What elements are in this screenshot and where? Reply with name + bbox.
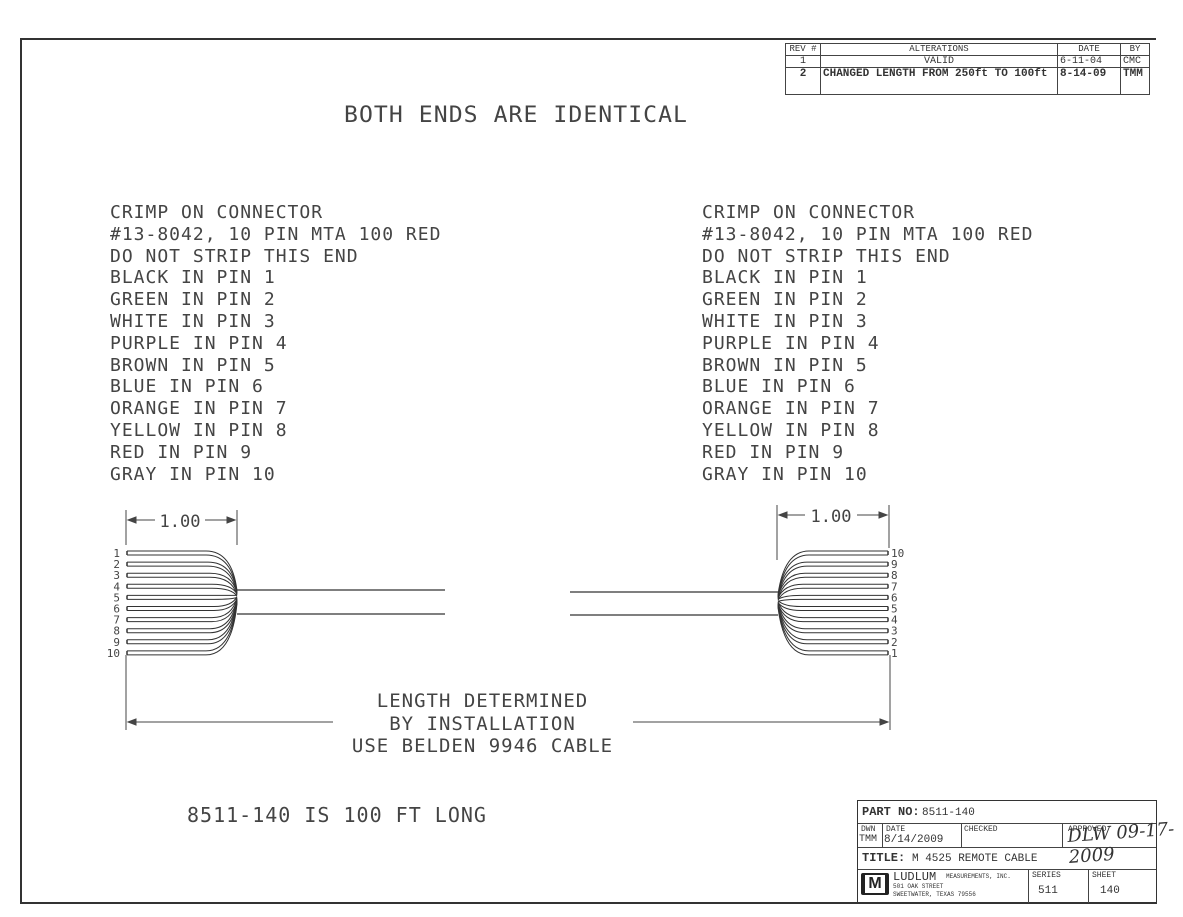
drawn-by: TMM [859, 834, 878, 845]
sheet-number: 140 [1100, 885, 1120, 897]
wire [127, 596, 238, 607]
right-dimension-value: 1.00 [811, 507, 852, 527]
right-cable-end: 10987654321 [570, 547, 904, 660]
wire [777, 587, 888, 601]
drawing-title: M 4525 REMOTE CABLE [912, 853, 1038, 865]
part-number-row: PART NO: 8511-140 [858, 801, 1156, 824]
wire [777, 594, 888, 600]
wire [127, 602, 238, 645]
arrow-icon [879, 718, 890, 726]
arrow-icon [126, 516, 137, 524]
address-line: SWEETWATER, TEXAS 79556 [893, 891, 976, 898]
approval-signature: DLW 09-17-2009 [1066, 818, 1175, 868]
pin-label: 1 [891, 647, 898, 660]
wire [127, 572, 238, 594]
wire [127, 597, 238, 619]
arrow-icon [878, 511, 889, 519]
drawn-label: DWN [861, 825, 876, 834]
cable-drawing: 12345678910 10987654321 1.00 1.00 [107, 505, 904, 730]
wire [777, 600, 888, 607]
wire [777, 583, 888, 599]
wire [777, 565, 888, 598]
series-number: 511 [1038, 885, 1058, 897]
company-row: M LUDLUM MEASUREMENTS, INC. 501 OAK STRE… [858, 869, 1156, 903]
arrow-icon [777, 511, 788, 519]
part-number: 8511-140 [922, 807, 975, 819]
wire [777, 554, 888, 597]
wire [777, 598, 888, 602]
sheet-label: SHEET [1092, 871, 1117, 880]
left-cable-end: 12345678910 [107, 547, 445, 660]
wire [127, 596, 238, 600]
part-number-label: PART NO: [862, 805, 920, 819]
wire [127, 554, 238, 593]
wire [127, 576, 238, 596]
drawn-date: 8/14/2009 [884, 834, 944, 846]
date-label: DATE [886, 825, 906, 834]
wire [127, 583, 238, 595]
length-note-line: USE BELDEN 9946 CABLE [351, 735, 614, 757]
wire [777, 606, 888, 645]
title-label: TITLE: [862, 851, 906, 865]
length-note-line: LENGTH DETERMINED [376, 690, 589, 712]
checked-label: CHECKED [964, 825, 998, 834]
address-line: 501 OAK STREET [893, 883, 944, 890]
wire [127, 598, 238, 611]
company-suffix: MEASUREMENTS, INC. [946, 873, 1011, 880]
pin-label: 10 [107, 647, 120, 660]
ludlum-logo-icon: M [861, 873, 889, 895]
wire [777, 607, 888, 656]
left-dimension-value: 1.00 [160, 512, 201, 532]
series-label: SERIES [1032, 871, 1061, 880]
arrow-icon [126, 718, 137, 726]
wire [127, 565, 238, 594]
length-note: LENGTH DETERMINED BY INSTALLATION USE BE… [340, 690, 625, 758]
wire [127, 598, 238, 630]
cable-length-note: 8511-140 IS 100 FT LONG [187, 803, 487, 827]
length-note-line: BY INSTALLATION [389, 712, 576, 735]
arrow-icon [226, 516, 237, 524]
company-name: LUDLUM [893, 870, 937, 884]
